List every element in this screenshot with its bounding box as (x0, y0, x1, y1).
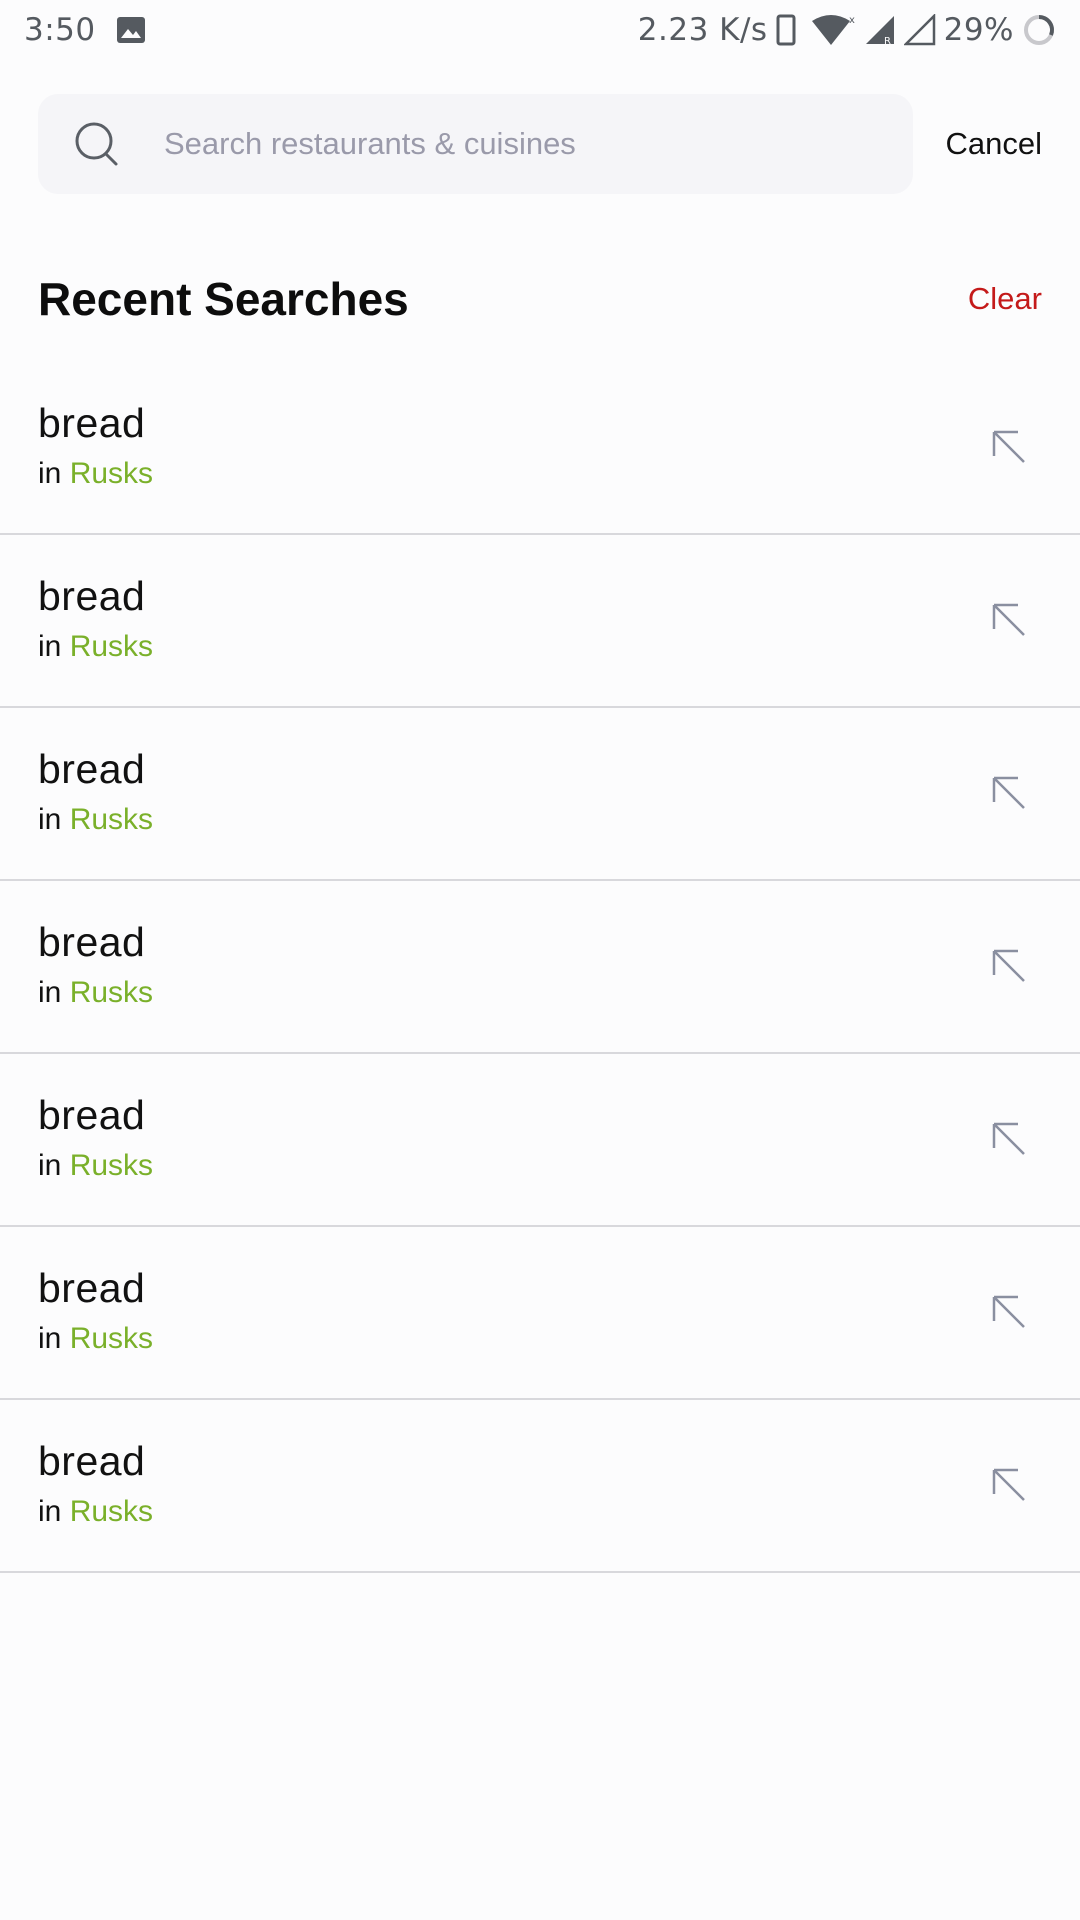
search-input[interactable] (162, 125, 862, 163)
search-bar: Cancel (38, 94, 1042, 194)
network-speed: 2.23 K/s (637, 12, 768, 48)
fill-search-arrow-icon[interactable] (988, 1118, 1028, 1158)
signal-icon: R (864, 14, 896, 46)
item-category: Rusks (69, 1322, 154, 1355)
item-context: in Rusks (38, 1495, 153, 1529)
search-icon (74, 121, 120, 167)
list-item[interactable]: bread in Rusks (0, 708, 1080, 881)
section-title: Recent Searches (38, 273, 409, 325)
item-prefix: in (38, 1495, 62, 1528)
item-prefix: in (38, 803, 62, 836)
svg-text:x: x (849, 15, 855, 26)
list-item[interactable]: bread in Rusks (0, 1054, 1080, 1227)
item-context: in Rusks (38, 1149, 153, 1183)
list-item[interactable]: bread in Rusks (0, 362, 1080, 535)
item-query: bread (38, 400, 146, 446)
fill-search-arrow-icon[interactable] (988, 1291, 1028, 1331)
item-query: bread (38, 1265, 146, 1311)
battery-percent: 29% (943, 12, 1014, 48)
status-time: 3:50 (24, 12, 96, 48)
fill-search-arrow-icon[interactable] (988, 599, 1028, 639)
item-query: bread (38, 1438, 146, 1484)
item-category: Rusks (69, 1495, 154, 1528)
item-context: in Rusks (38, 457, 153, 491)
cancel-button[interactable]: Cancel (946, 126, 1043, 162)
item-context: in Rusks (38, 1322, 153, 1356)
item-prefix: in (38, 457, 62, 490)
list-item[interactable]: bread in Rusks (0, 1400, 1080, 1573)
item-prefix: in (38, 630, 62, 663)
image-icon (116, 16, 146, 44)
item-prefix: in (38, 976, 62, 1009)
battery-ring-icon (1022, 13, 1056, 47)
item-category: Rusks (69, 1149, 154, 1182)
recent-searches-header: Recent Searches Clear (38, 272, 1042, 326)
list-item[interactable]: bread in Rusks (0, 1227, 1080, 1400)
item-context: in Rusks (38, 976, 153, 1010)
item-category: Rusks (69, 457, 154, 490)
item-category: Rusks (69, 803, 154, 836)
item-query: bread (38, 919, 146, 965)
item-context: in Rusks (38, 803, 153, 837)
list-item[interactable]: bread in Rusks (0, 881, 1080, 1054)
fill-search-arrow-icon[interactable] (988, 772, 1028, 812)
clear-button[interactable]: Clear (968, 281, 1042, 317)
fill-search-arrow-icon[interactable] (988, 426, 1028, 466)
item-prefix: in (38, 1322, 62, 1355)
item-category: Rusks (69, 976, 154, 1009)
svg-text:R: R (884, 36, 891, 46)
wifi-icon: x (806, 13, 856, 47)
signal-empty-icon (903, 14, 936, 46)
status-bar: 3:50 2.23 K/s x R 29% (0, 0, 1080, 60)
item-prefix: in (38, 1149, 62, 1182)
phone-icon (776, 14, 798, 46)
item-context: in Rusks (38, 630, 153, 664)
item-category: Rusks (69, 630, 154, 663)
recent-searches-list: bread in Rusks bread in Rusks bread in R… (0, 362, 1080, 1573)
fill-search-arrow-icon[interactable] (988, 945, 1028, 985)
list-item[interactable]: bread in Rusks (0, 535, 1080, 708)
search-box[interactable] (38, 94, 913, 194)
item-query: bread (38, 746, 146, 792)
item-query: bread (38, 573, 146, 619)
fill-search-arrow-icon[interactable] (988, 1464, 1028, 1504)
item-query: bread (38, 1092, 146, 1138)
